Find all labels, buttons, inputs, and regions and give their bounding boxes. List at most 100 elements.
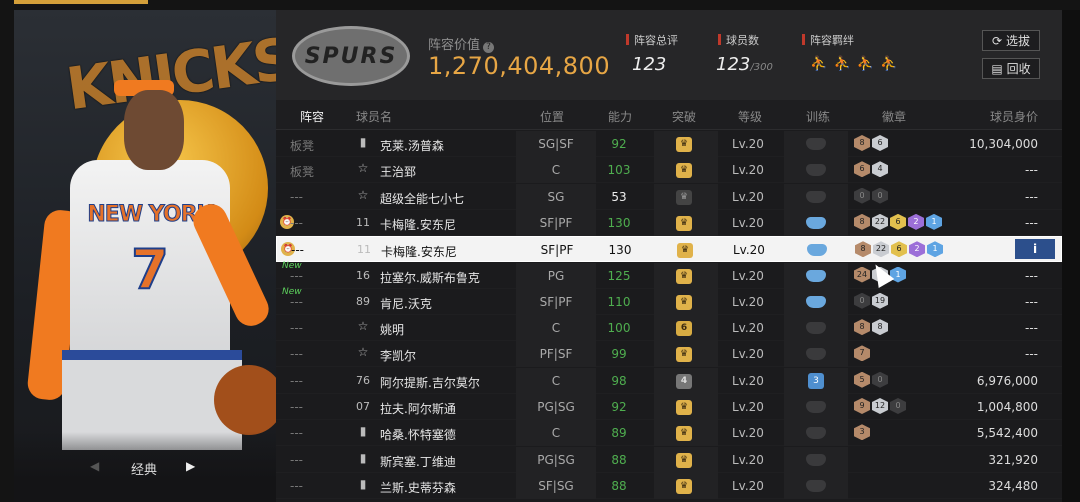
- col-badges[interactable]: 徽章: [882, 108, 906, 125]
- table-row[interactable]: 板凳 ☆ 王治郅 C 103 ♛ Lv.20 6 4 ---: [276, 157, 1062, 184]
- chemistry-icon-1[interactable]: ⛹: [810, 56, 827, 72]
- lineup-status: ---: [290, 189, 303, 204]
- rating-value: 123: [632, 54, 667, 75]
- player-worth: ---: [1025, 189, 1038, 204]
- training-icon: [806, 453, 826, 466]
- team-logo: SPURS: [292, 26, 410, 86]
- col-lineup[interactable]: 阵容: [300, 108, 324, 125]
- col-ability[interactable]: 能力: [608, 108, 632, 125]
- table-row[interactable]: ⏰ --- 11 卡梅隆.安东尼 SF|PF 130 ♛ Lv.20 8 22 6 2 1 i: [276, 236, 1062, 263]
- badge-list: 8 22 6 2 1: [854, 213, 942, 230]
- player-worth: 321,920: [988, 452, 1038, 467]
- crown-icon: ♛: [676, 294, 692, 310]
- player-name: 卡梅隆.安东尼: [381, 245, 457, 260]
- player-jersey: NEW YORK 7: [70, 160, 230, 360]
- jersey-number: 07: [356, 400, 370, 413]
- table-row[interactable]: --- ☆ 李凯尔 PF|SF 99 ♛ Lv.20 7 ---: [276, 341, 1062, 368]
- badge-medal: 0: [872, 371, 888, 388]
- badge-medal: 0: [854, 292, 870, 309]
- player-name: 肯尼.沃克: [380, 296, 432, 311]
- player-position: SG|SF: [538, 137, 574, 151]
- scrollbar[interactable]: [1062, 10, 1080, 502]
- info-button[interactable]: i: [1015, 239, 1055, 260]
- player-worth: ---: [1025, 215, 1038, 230]
- training-icon: [806, 190, 826, 203]
- training-icon: [806, 216, 826, 229]
- table-row[interactable]: --- ▮ 哈桑.怀特塞德 C 89 ♛ Lv.20 3 5,542,400: [276, 420, 1062, 447]
- chemistry-icons[interactable]: ⛹ ⛹ ⛹ ⛹: [810, 56, 898, 72]
- basketball: [214, 365, 276, 435]
- player-count-number: 123: [716, 54, 751, 75]
- player-ability: 92: [611, 400, 627, 414]
- select-button[interactable]: ⟳ 选拔: [982, 30, 1040, 51]
- play-right-icon[interactable]: ▶: [186, 459, 195, 473]
- jersey-number: 76: [356, 373, 370, 387]
- table-row[interactable]: --- ▮ 斯宾塞.丁维迪 PG|SG 88 ♛ Lv.20 321,920: [276, 446, 1062, 473]
- badge-medal: 2: [909, 241, 925, 258]
- player-position: PG: [547, 268, 565, 283]
- player-level: Lv.20: [732, 452, 764, 467]
- player-name: 拉塞尔.威斯布鲁克: [380, 270, 480, 285]
- crown-icon: ♛: [676, 215, 692, 231]
- badge-medal: 8: [854, 213, 870, 230]
- training-icon: [806, 164, 826, 177]
- chemistry-icon-4[interactable]: ⛹: [880, 56, 897, 72]
- col-position[interactable]: 位置: [540, 108, 564, 125]
- player-position: C: [551, 426, 561, 441]
- lineup-status: ---: [290, 321, 303, 336]
- table-row[interactable]: New --- 16 拉塞尔.威斯布鲁克 PG 125 ♛ Lv.20 24 0 1 ---: [276, 261, 1062, 289]
- table-row[interactable]: ⏰ --- 11 卡梅隆.安东尼 SF|PF 130 ♛ Lv.20 8 22 6 2 1 ---: [276, 209, 1062, 236]
- player-position: C: [551, 163, 561, 178]
- player-level: Lv.20: [732, 294, 764, 309]
- chemistry-icon-3[interactable]: ⛹: [857, 56, 874, 72]
- table-row[interactable]: --- ☆ 姚明 C 100 6 Lv.20 8 8 ---: [276, 315, 1062, 342]
- player-ability: 98: [611, 373, 627, 388]
- player-ability: 130: [607, 215, 631, 230]
- table-row[interactable]: 板凳 ▮ 克莱.汤普森 SG|SF 92 ♛ Lv.20 8 6 10,304,000: [276, 131, 1062, 157]
- player-worth: 6,976,000: [976, 373, 1038, 388]
- select-button-label: 选拔: [1006, 34, 1031, 48]
- table-row[interactable]: --- ☆ 超级全能七小七 SG 53 ♛ Lv.20 0 0 ---: [276, 183, 1062, 210]
- player-position: PG|SG: [537, 400, 575, 414]
- chevron-left-icon[interactable]: ◀: [90, 459, 99, 473]
- player-ability: 88: [611, 478, 627, 493]
- table-row[interactable]: --- 07 拉夫.阿尔斯通 PG|SG 92 ♛ Lv.20 9 12 0 1,004,800: [276, 394, 1062, 420]
- training-icon: [806, 322, 826, 335]
- badge-list: 50: [854, 371, 888, 388]
- badge-medal: 6: [891, 241, 907, 258]
- player-worth: 10,304,000: [969, 137, 1038, 151]
- player-level: Lv.20: [732, 400, 764, 414]
- player-worth: ---: [1025, 347, 1038, 362]
- player-name: 拉夫.阿尔斯通: [380, 402, 456, 416]
- table-row[interactable]: New --- 89 肯尼.沃克 SF|PF 110 ♛ Lv.20 0 19 ---: [276, 287, 1062, 315]
- badge-medal: 1: [926, 213, 942, 230]
- badge-list: 88: [854, 319, 888, 336]
- badge-list: 8 22 6 2 1: [855, 241, 943, 258]
- badge-medal: 1: [927, 241, 943, 258]
- roster-value-label-text: 阵容价值: [428, 38, 481, 53]
- training-icon: [806, 295, 826, 308]
- player-level: Lv.20: [732, 373, 764, 388]
- chemistry-icon-2[interactable]: ⛹: [833, 56, 850, 72]
- info-icon[interactable]: i: [1015, 239, 1055, 260]
- crown-icon: ♛: [676, 137, 692, 152]
- col-training[interactable]: 训练: [806, 108, 830, 125]
- player-position: PG|SG: [537, 452, 575, 467]
- col-worth[interactable]: 球员身价: [990, 108, 1038, 125]
- table-row[interactable]: --- 76 阿尔提斯.吉尔莫尔 C 98 4 Lv.20 3 5 0 6,976,000: [276, 367, 1062, 394]
- lineup-status: 板凳: [290, 139, 315, 153]
- lineup-status: ---: [290, 400, 303, 414]
- player-worth: 324,480: [988, 478, 1038, 493]
- table-row[interactable]: --- ▮ 兰斯.史蒂芬森 SF|SG 88 ♛ Lv.20 324,480: [276, 472, 1062, 499]
- player-name: 王治郅: [380, 165, 417, 180]
- col-level[interactable]: 等级: [738, 108, 762, 125]
- badge-list: 00: [854, 187, 888, 204]
- jersey-number: 16: [356, 268, 370, 282]
- player-count-value: 123/300: [716, 54, 773, 75]
- portrait-style-label: 经典: [131, 463, 158, 478]
- col-name[interactable]: 球员名: [356, 108, 392, 125]
- player-name: 克莱.汤普森: [380, 139, 444, 153]
- badge-list: 3: [854, 424, 870, 441]
- recycle-button[interactable]: ▤ 回收: [982, 58, 1040, 79]
- col-breakthrough[interactable]: 突破: [672, 108, 696, 125]
